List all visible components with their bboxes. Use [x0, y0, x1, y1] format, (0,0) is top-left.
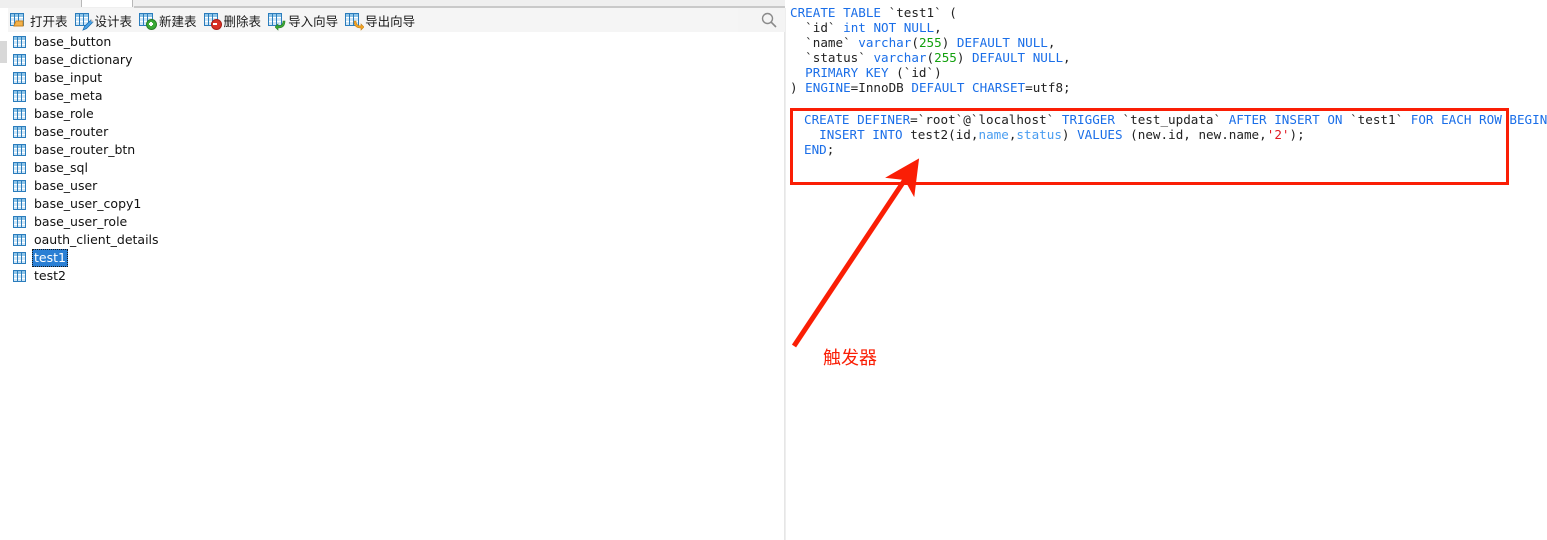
table-list-item[interactable]: base_user [8, 177, 778, 195]
table-icon [13, 53, 28, 68]
table-name-label: base_sql [34, 160, 88, 175]
tab-active-partial[interactable] [81, 0, 133, 7]
annotation-label: 触发器 [823, 348, 877, 369]
table-new-icon [139, 12, 158, 30]
panel-resize-grip[interactable] [0, 41, 7, 63]
table-name-label: base_router [34, 124, 109, 139]
table-list-item[interactable]: base_role [8, 105, 778, 123]
export-wizard-button[interactable]: 导出向导 [343, 9, 420, 31]
toolbar: 打开表 设计表 新建表 删除表 导入向导 导出向导 [8, 8, 785, 32]
table-icon [13, 179, 28, 194]
right-panel: CREATE TABLE `test1` ( `id` int NOT NULL… [786, 0, 1547, 540]
table-icon [13, 233, 28, 248]
table-name-label: base_user_copy1 [34, 196, 142, 211]
table-list-item[interactable]: test2 [8, 267, 778, 285]
table-name-label: base_meta [34, 88, 103, 103]
table-icon [13, 161, 28, 176]
table-design-icon [74, 12, 94, 31]
table-icon [13, 251, 28, 266]
table-list-item[interactable]: base_router [8, 123, 778, 141]
search-icon[interactable] [760, 11, 778, 29]
new-table-label: 新建表 [159, 13, 197, 29]
application-window: 打开表 设计表 新建表 删除表 导入向导 导出向导 base_button ba… [0, 0, 1547, 540]
table-name-label: oauth_client_details [34, 232, 159, 247]
table-list-item[interactable]: base_sql [8, 159, 778, 177]
table-icon [13, 197, 28, 212]
tab-strip [0, 0, 785, 11]
open-table-button[interactable]: 打开表 [8, 9, 73, 31]
export-wizard-icon [345, 12, 365, 31]
table-name-label: base_role [34, 106, 94, 121]
create-table-sql: CREATE TABLE `test1` ( `id` int NOT NULL… [790, 5, 1071, 95]
table-list[interactable]: base_button base_dictionary base_inputbase… [8, 33, 778, 533]
table-name-label: base_button [34, 34, 112, 49]
table-name-label: base_router_btn [34, 142, 136, 157]
table-icon [13, 269, 28, 284]
table-name-label: base_user [34, 178, 98, 193]
table-icon [13, 89, 28, 104]
table-list-item[interactable]: base_input [8, 69, 778, 87]
table-icon [13, 35, 28, 50]
table-icon [13, 143, 28, 158]
delete-table-label: 删除表 [223, 13, 262, 29]
export-wizard-label: 导出向导 [365, 13, 416, 29]
new-table-button[interactable]: 新建表 [137, 9, 202, 31]
table-icon [13, 125, 28, 140]
table-list-item[interactable]: base_user_copy1 [8, 195, 778, 213]
table-icon [13, 71, 28, 86]
delete-table-button[interactable]: 删除表 [202, 9, 267, 31]
trigger-sql: CREATE DEFINER=`root`@`localhost` TRIGGE… [804, 112, 1547, 157]
left-panel: 打开表 设计表 新建表 删除表 导入向导 导出向导 base_button ba… [0, 0, 785, 540]
table-icon [13, 215, 28, 230]
table-name-label: base_user_role [34, 214, 128, 229]
table-list-item[interactable]: base_router_btn [8, 141, 778, 159]
annotation-arrow [791, 158, 920, 348]
table-open-icon [10, 12, 26, 28]
table-list-item[interactable]: base_button [8, 33, 778, 51]
table-name-label: test2 [34, 268, 66, 283]
design-table-label: 设计表 [94, 13, 133, 29]
table-list-item[interactable]: test1 [8, 249, 778, 267]
table-list-item[interactable]: base_dictionary [8, 51, 778, 69]
table-list-item[interactable]: base_user_role [8, 213, 778, 231]
left-rail [0, 8, 7, 540]
table-name-label: base_input [34, 70, 103, 85]
table-list-item[interactable]: oauth_client_details [8, 231, 778, 249]
table-name-label: base_dictionary [34, 52, 133, 67]
table-delete-icon [203, 12, 222, 30]
table-icon [13, 107, 28, 122]
table-name-label: test1 [32, 249, 68, 267]
import-wizard-icon [268, 12, 286, 31]
import-wizard-button[interactable]: 导入向导 [266, 9, 343, 31]
design-table-button[interactable]: 设计表 [73, 9, 138, 31]
import-wizard-label: 导入向导 [288, 13, 339, 29]
open-table-label: 打开表 [30, 13, 68, 29]
table-list-item[interactable]: base_meta [8, 87, 778, 105]
